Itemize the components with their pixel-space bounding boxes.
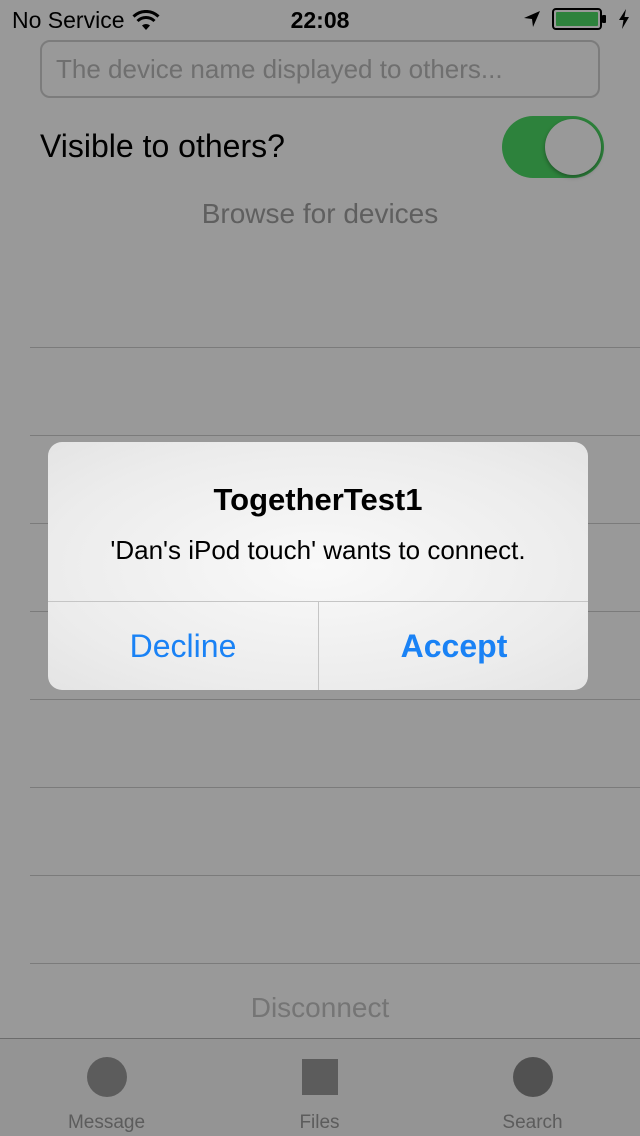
connection-alert: TogetherTest1 'Dan's iPod touch' wants t…: [48, 442, 588, 690]
alert-title: TogetherTest1: [213, 482, 423, 517]
decline-button[interactable]: Decline: [48, 602, 318, 690]
accept-button[interactable]: Accept: [319, 602, 588, 690]
alert-message: 'Dan's iPod touch' wants to connect.: [110, 535, 526, 565]
